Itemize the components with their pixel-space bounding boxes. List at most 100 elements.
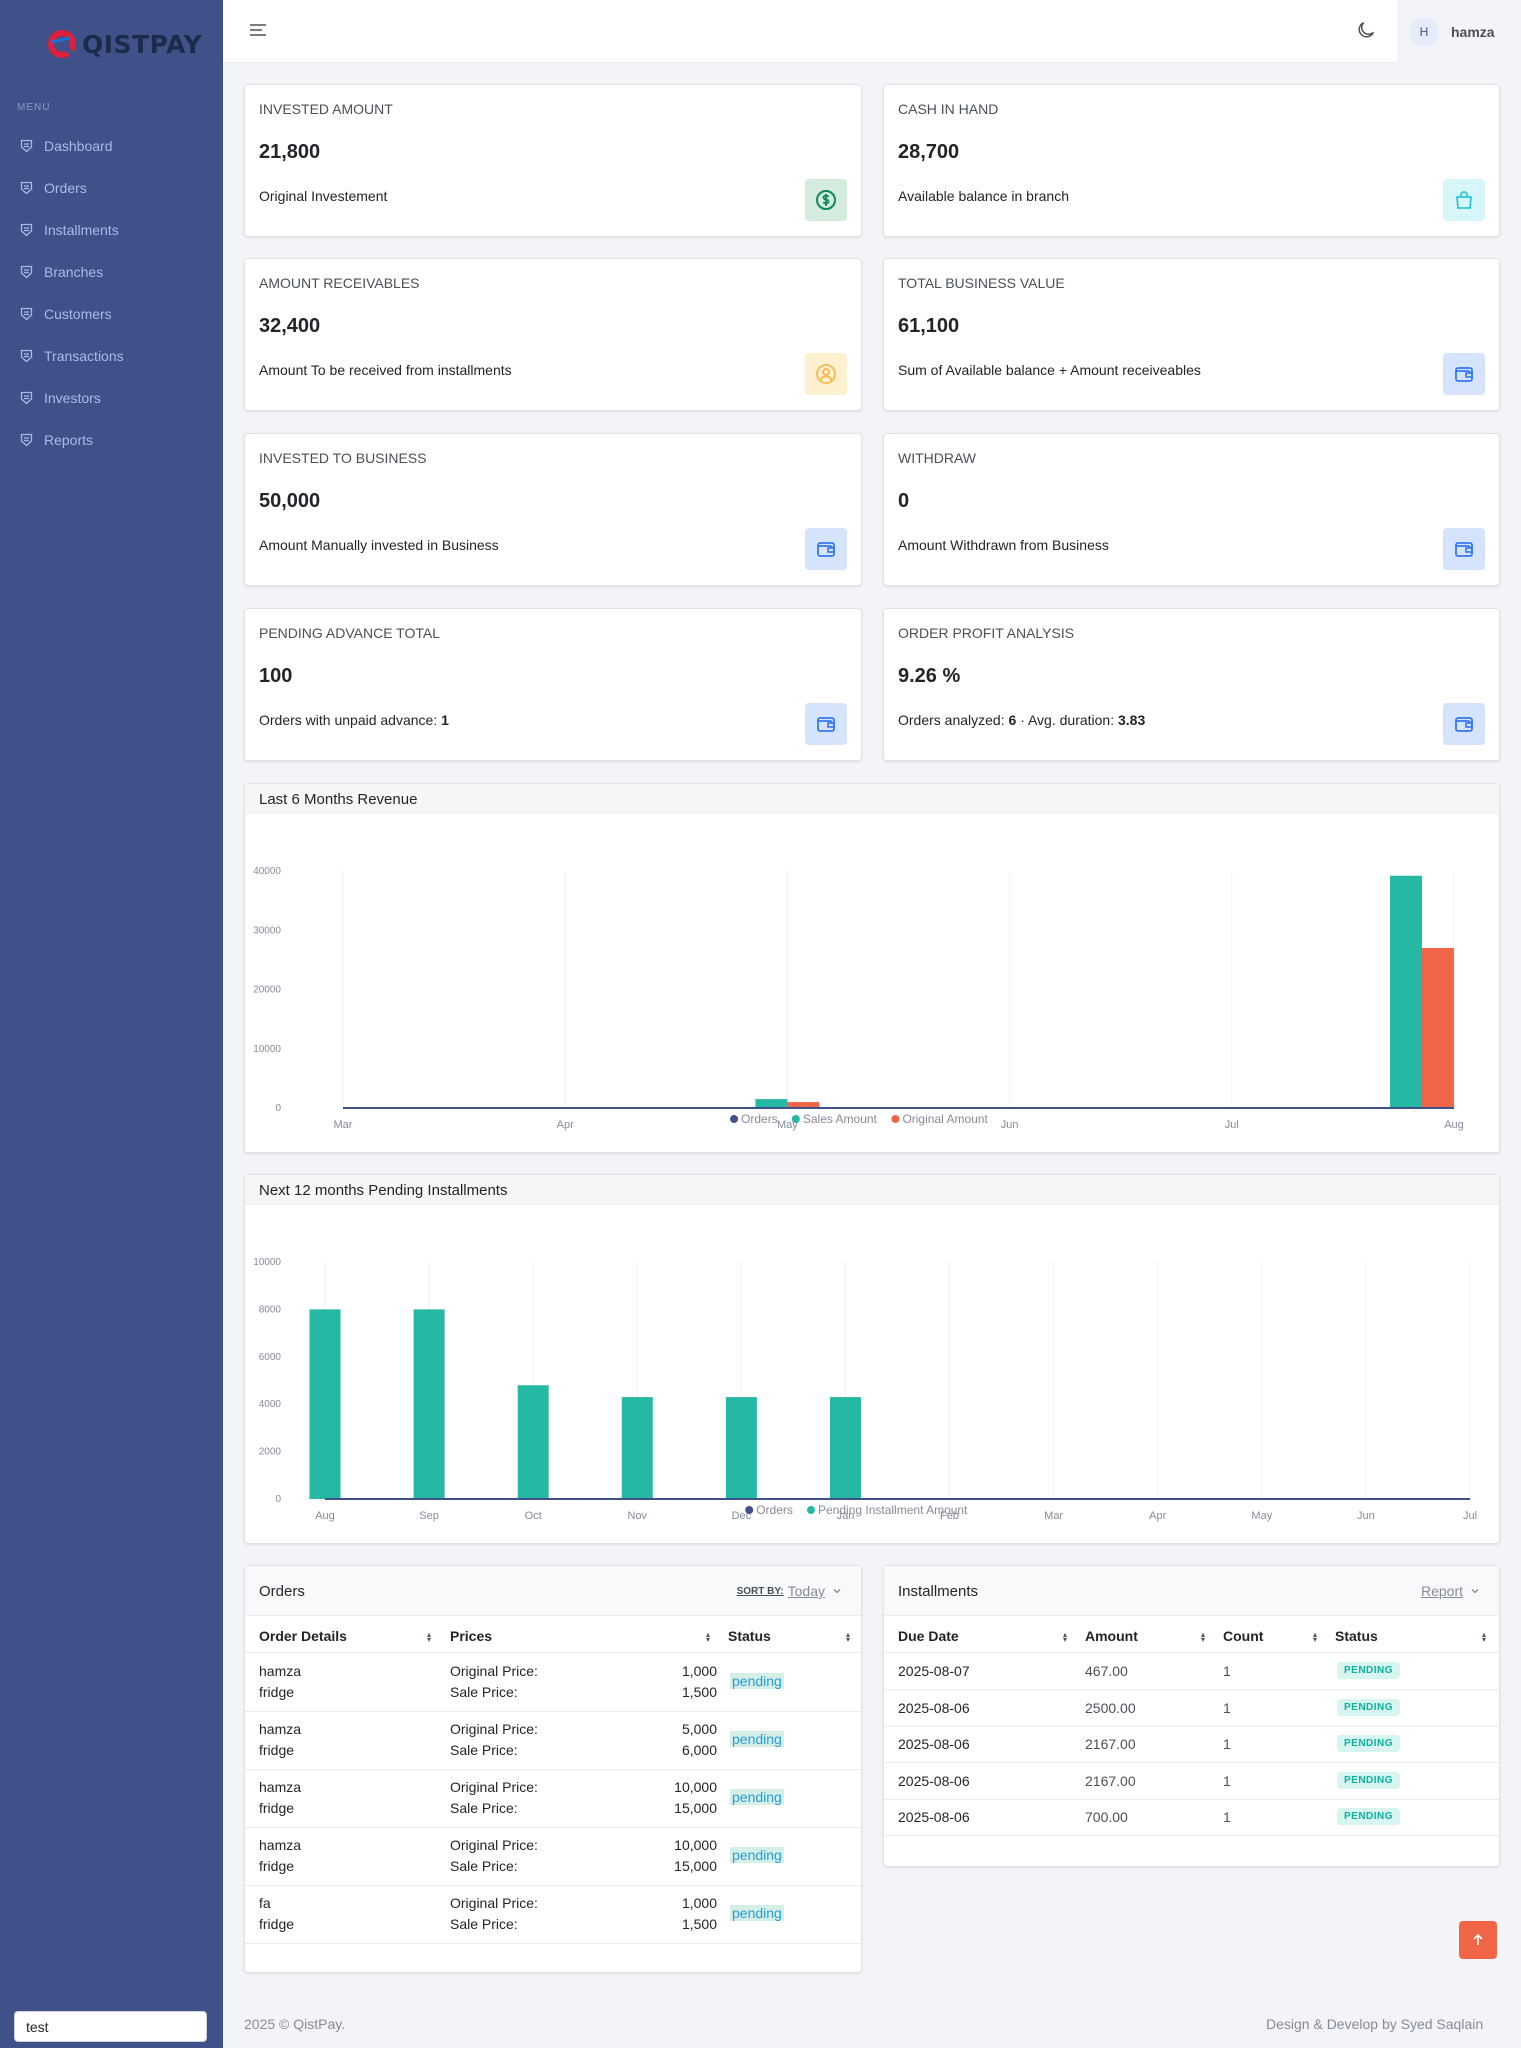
table-row[interactable]: 2025-08-06 700.00 1 PENDING [884, 1808, 1499, 1835]
theme-toggle-button[interactable] [1355, 19, 1377, 46]
shield-icon [20, 391, 33, 405]
orders-card: Orders SORT BY: Today Order Details ▴ ▾ Pri… [244, 1565, 862, 1973]
legend-marker [807, 1506, 815, 1514]
stat-title: ORDER PROFIT ANALYSIS [898, 625, 1075, 641]
status-badge: PENDING [1337, 1771, 1401, 1789]
sort-icon[interactable]: ▴ ▾ [427, 1631, 431, 1644]
column-header[interactable]: Due Date [898, 1628, 959, 1644]
stat-description-row: Amount Manually invested in Business [259, 537, 499, 553]
x-tick-label: Jul [1463, 1510, 1477, 1522]
menu-toggle-button[interactable] [248, 20, 268, 45]
wallet-icon [805, 528, 847, 570]
sort-icon[interactable]: ▴ ▾ [1063, 1631, 1067, 1644]
table-row[interactable]: 2025-08-06 2500.00 1 PENDING [884, 1698, 1499, 1726]
shopping-bag-icon [1443, 179, 1485, 221]
report-label: Report [1420, 1583, 1463, 1599]
bar-pending-installment-amount[interactable] [309, 1309, 341, 1499]
table-row[interactable]: hamza fridge Original Price: Sale Price: 10,… [245, 1769, 861, 1827]
installment-count: 1 [1223, 1663, 1231, 1679]
table-row[interactable]: hamza fridge Original Price: Sale Price: 5,0… [245, 1711, 861, 1769]
table-row[interactable]: hamza fridge Original Price: Sale Price: 10,… [245, 1827, 861, 1885]
y-tick-label: 2000 [259, 1447, 282, 1458]
sidebar-item-label: Transactions [44, 348, 124, 364]
stat-description-value: 1 [441, 712, 449, 728]
y-tick-label: 10000 [253, 1044, 281, 1055]
sidebar-item-branches[interactable]: Branches [20, 257, 103, 287]
sidebar-item-label: Orders [44, 180, 87, 196]
sidebar-item-reports[interactable]: Reports [20, 425, 93, 455]
bar-pending-installment-amount[interactable] [517, 1385, 549, 1499]
sort-icon[interactable]: ▴ ▾ [846, 1631, 850, 1644]
order-product: fridge [259, 1742, 295, 1758]
bar-pending-installment-amount[interactable] [413, 1309, 445, 1499]
back-to-top-button[interactable] [1459, 1921, 1497, 1959]
bar-sales-amount[interactable] [1390, 875, 1422, 1108]
stat-description: Available balance in branch [898, 188, 1069, 204]
table-row[interactable]: fa fridge Original Price: Sale Price: 1,000 1… [245, 1885, 861, 1943]
table-row[interactable]: 2025-08-06 2167.00 1 PENDING [884, 1771, 1499, 1799]
installments-title: Installments [898, 1583, 979, 1600]
y-tick-label: 0 [275, 1103, 281, 1114]
installment-amount: 2167.00 [1085, 1736, 1136, 1752]
column-header[interactable]: Count [1223, 1628, 1263, 1644]
due-date: 2025-08-06 [898, 1736, 970, 1752]
sidebar-item-customers[interactable]: Customers [20, 299, 112, 329]
sidebar-item-investors[interactable]: Investors [20, 383, 101, 413]
bar-original-amount[interactable] [1422, 948, 1454, 1108]
legend-label[interactable]: Orders [756, 1503, 793, 1517]
sort-label: SORT BY: [736, 1585, 784, 1597]
stat-value: 50,000 [259, 490, 321, 512]
legend-label[interactable]: Orders [741, 1112, 778, 1126]
stat-card-order-profit-analysis: ORDER PROFIT ANALYSIS 9.26 % Orders analyz… [883, 608, 1500, 761]
legend-marker [891, 1115, 900, 1123]
table-row[interactable]: 2025-08-06 2167.00 1 PENDING [884, 1735, 1499, 1762]
column-header[interactable]: Order Details [259, 1628, 347, 1644]
column-header[interactable]: Amount [1085, 1628, 1138, 1644]
user-menu[interactable]: H hamza [1397, 0, 1521, 63]
sort-icon[interactable]: ▴ ▾ [1201, 1631, 1205, 1644]
sale-price-label: Sale Price: [450, 1742, 518, 1758]
x-tick-label: Apr [557, 1119, 574, 1131]
order-customer: hamza [259, 1837, 302, 1853]
bar-pending-installment-amount[interactable] [829, 1397, 861, 1499]
sidebar-item-dashboard[interactable]: Dashboard [20, 131, 113, 161]
stat-description-extra-value: 3.83 [1118, 712, 1146, 728]
wallet-icon [1443, 528, 1485, 570]
legend-label[interactable]: Original Amount [902, 1112, 988, 1126]
table-row[interactable]: hamza fridge Original Price: Sale Price: 1,0… [245, 1653, 861, 1711]
bar-pending-installment-amount[interactable] [725, 1397, 757, 1499]
y-tick-label: 10000 [253, 1257, 281, 1268]
status-badge: PENDING [1337, 1735, 1401, 1752]
sort-icon[interactable]: ▴ ▾ [1313, 1631, 1317, 1644]
sale-price-label: Sale Price: [450, 1684, 518, 1700]
column-header[interactable]: Status [1335, 1628, 1378, 1644]
sidebar-text-input[interactable] [14, 2011, 207, 2042]
stat-description-row: Amount To be received from installments [259, 362, 512, 378]
sale-price: 15,000 [674, 1858, 717, 1874]
x-tick-label: Jul [1225, 1119, 1239, 1131]
sidebar-item-label: Installments [44, 222, 119, 238]
legend-marker [791, 1115, 800, 1123]
brand-logo[interactable]: QISTPAY [46, 26, 202, 62]
legend-marker [745, 1506, 754, 1514]
sidebar-item-transactions[interactable]: Transactions [20, 341, 124, 371]
installment-count: 1 [1223, 1809, 1231, 1825]
column-header[interactable]: Prices [450, 1628, 492, 1644]
table-row[interactable]: 2025-08-07 467.00 1 PENDING [884, 1662, 1499, 1689]
bar-sales-amount[interactable] [755, 1099, 788, 1108]
sidebar-item-orders[interactable]: Orders [20, 173, 87, 203]
bar-pending-installment-amount[interactable] [621, 1397, 653, 1499]
legend-label[interactable]: Pending Installment Amount [818, 1503, 968, 1517]
due-date: 2025-08-06 [898, 1772, 970, 1789]
sidebar-item-installments[interactable]: Installments [20, 215, 119, 245]
column-header[interactable]: Status [728, 1628, 771, 1644]
stat-title: TOTAL BUSINESS VALUE [898, 275, 1065, 291]
installment-amount: 467.00 [1085, 1663, 1128, 1679]
sort-dropdown[interactable]: SORT BY: Today [737, 1583, 843, 1599]
revenue-chart-card: Last 6 Months Revenue 0 10000 20000 30000 40… [244, 783, 1500, 1153]
legend-label[interactable]: Sales Amount [803, 1112, 878, 1126]
sort-icon[interactable]: ▴ ▾ [1482, 1631, 1486, 1644]
x-tick-label: Apr [1149, 1510, 1166, 1522]
report-dropdown[interactable]: Report [1421, 1583, 1481, 1599]
sort-icon[interactable]: ▴ ▾ [706, 1631, 710, 1644]
